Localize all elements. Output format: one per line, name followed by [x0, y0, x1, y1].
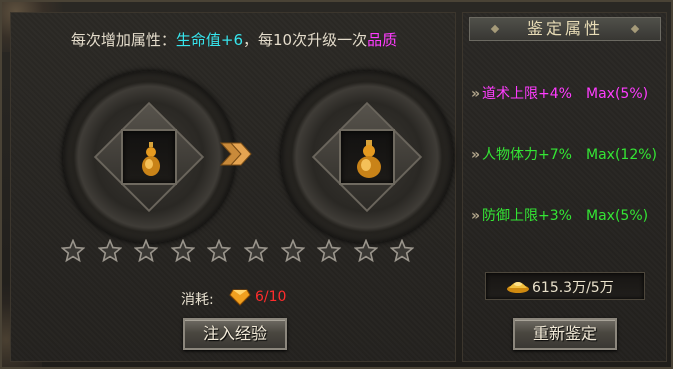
reidentify-button[interactable]: 重新鉴定 [513, 318, 617, 350]
result-item-circle [281, 71, 453, 243]
attribute-name: 人物体力+7% [482, 147, 572, 163]
star-icon [134, 239, 159, 263]
inject-exp-button[interactable]: 注入经验 [183, 318, 287, 350]
attribute-max: Max(5%) [586, 86, 649, 102]
attribute-row: » 道术上限+4% Max(5%) [471, 83, 648, 103]
info-middle: ，每10次升级一次 [243, 31, 368, 49]
star-icon [390, 239, 415, 263]
double-chevron-right-icon [219, 142, 252, 166]
star-icon [97, 239, 122, 263]
current-item-slot[interactable] [121, 129, 177, 185]
title-bar: 鉴定属性 [469, 17, 661, 41]
gold-ingot-icon [507, 282, 529, 293]
upgrade-info-text: 每次增加属性：生命值+6，每10次升级一次品质 [11, 29, 457, 50]
attribute-row: » 人物体力+7% Max(12%) [471, 144, 657, 164]
gourd-icon [142, 142, 160, 176]
gold-display: 615.3万/5万 [485, 272, 645, 300]
attribute-row: » 防御上限+3% Max(5%) [471, 205, 648, 225]
attribute-max: Max(5%) [586, 208, 649, 224]
chevron-right-icon: » [471, 208, 481, 224]
attribute-name: 道术上限+4% [482, 86, 572, 102]
consume-label: 消耗: [181, 292, 214, 308]
star-icon [170, 239, 195, 263]
current-item-circle [63, 71, 235, 243]
info-prefix: 每次增加属性： [70, 31, 176, 49]
consume-count: 6/10 [255, 289, 287, 305]
chevron-right-icon: » [471, 147, 481, 163]
identify-attributes-panel: 鉴定属性 » 道术上限+4% Max(5%) » 人物体力+7% Max(12%) » 防… [462, 12, 667, 362]
result-item-slot[interactable] [339, 129, 395, 185]
star-icon [61, 239, 85, 263]
attribute-max: Max(12%) [586, 147, 657, 163]
star-icon [280, 239, 305, 263]
chevron-right-icon: » [471, 86, 481, 102]
info-quality: 品质 [367, 31, 398, 49]
window-frame: 每次增加属性：生命值+6，每10次升级一次品质 消耗: 6/10 注入经验 鉴定… [0, 0, 673, 369]
star-icon [207, 239, 232, 263]
gem-icon [229, 289, 251, 306]
info-attribute: 生命值+6 [175, 31, 244, 49]
attribute-name: 防御上限+3% [482, 208, 572, 224]
star-icon [244, 239, 268, 263]
gold-amount: 615.3万/5万 [532, 280, 614, 296]
star-icon [353, 239, 378, 263]
star-icon [317, 239, 342, 263]
star-rating [61, 239, 421, 265]
upgrade-panel: 每次增加属性：生命值+6，每10次升级一次品质 消耗: 6/10 注入经验 [10, 12, 456, 362]
gourd-icon [357, 140, 381, 178]
